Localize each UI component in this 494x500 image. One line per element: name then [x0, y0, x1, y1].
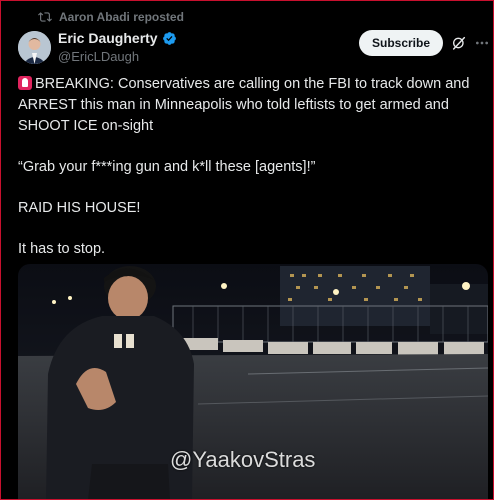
repost-icon — [38, 12, 52, 22]
tweet-line-stop: It has to stop. — [18, 241, 106, 257]
repost-header[interactable]: Aaron Abadi reposted — [38, 10, 184, 24]
rotating-light-icon — [18, 76, 32, 90]
verified-badge-icon — [162, 31, 176, 45]
author-name[interactable]: Eric Daugherty — [58, 30, 158, 46]
tweet-video[interactable]: @YaakovStras — [18, 264, 488, 500]
more-icon[interactable] — [474, 35, 490, 51]
repost-text: Aaron Abadi reposted — [59, 10, 184, 24]
video-watermark: @YaakovStras — [170, 447, 316, 472]
author-handle[interactable]: @EricLDaugh — [58, 49, 139, 64]
tweet-line-breaking: BREAKING: Conservatives are calling on t… — [18, 76, 470, 134]
tweet-line-raid: RAID HIS HOUSE! — [18, 200, 141, 216]
grok-icon[interactable] — [451, 35, 467, 51]
avatar[interactable] — [18, 31, 51, 64]
tweet-text: BREAKING: Conservatives are calling on t… — [18, 74, 478, 260]
tweet-line-quote: “Grab your f***ing gun and k*ll these [a… — [18, 159, 316, 175]
subscribe-button[interactable]: Subscribe — [359, 30, 443, 56]
